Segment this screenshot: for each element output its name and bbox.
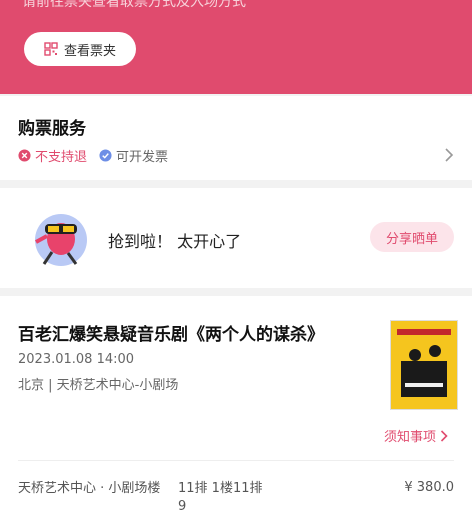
banner-hint-text: 请前往票夹查看取票方式及入场方式 — [22, 0, 246, 10]
notice-label: 须知事项 — [384, 430, 437, 445]
order-price: ¥ 380.0 — [404, 480, 454, 495]
invoice-label: 可开发票 — [116, 150, 169, 165]
show-datetime: 2023.01.08 14:00 — [18, 352, 135, 367]
x-circle-icon — [18, 149, 31, 162]
service-title: 购票服务 — [18, 119, 86, 139]
order-venue: 天桥艺术中心 · 小剧场楼 — [18, 481, 161, 496]
no-refund-label: 不支持退 — [35, 150, 88, 165]
show-location[interactable]: 北京 | 天桥艺术中心-小剧场 — [18, 374, 178, 393]
show-info-section: 百老汇爆笑悬疑音乐剧《两个人的谋杀》 2023.01.08 14:00 北京 |… — [0, 296, 472, 530]
mascot-illustration-icon — [35, 214, 87, 266]
chevron-right-icon — [440, 429, 448, 442]
divider — [18, 460, 454, 461]
order-seat: 11排 1楼11排9 — [178, 481, 263, 514]
notice-link[interactable]: 须知事项 — [384, 426, 448, 445]
share-message: 抢到啦！ 太开心了 — [108, 232, 242, 251]
view-ticket-folder-button[interactable]: 查看票夹 — [24, 32, 136, 66]
no-refund-tag: 不支持退 — [18, 146, 87, 165]
ticket-service-section[interactable]: 购票服务 不支持退 可开发票 — [0, 96, 472, 180]
show-title[interactable]: 百老汇爆笑悬疑音乐剧《两个人的谋杀》 — [18, 320, 378, 345]
service-tags: 不支持退 可开发票 — [18, 146, 180, 165]
invoice-tag: 可开发票 — [99, 146, 168, 165]
qr-grid-icon — [44, 42, 58, 56]
share-section: 抢到啦！ 太开心了 分享晒单 — [0, 188, 472, 288]
top-banner: 请前往票夹查看取票方式及入场方式 查看票夹 — [0, 0, 472, 94]
show-poster[interactable] — [390, 320, 458, 410]
check-circle-icon — [99, 149, 112, 162]
view-ticket-folder-label: 查看票夹 — [63, 43, 116, 59]
share-order-button[interactable]: 分享晒单 — [370, 222, 454, 252]
chevron-right-icon[interactable] — [444, 148, 454, 162]
